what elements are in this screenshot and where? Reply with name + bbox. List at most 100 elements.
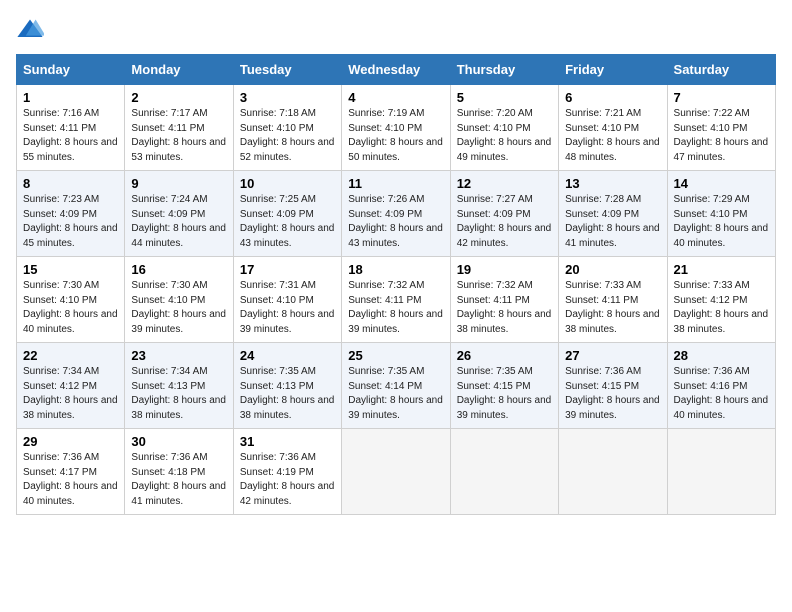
day-info: Sunrise: 7:36 AMSunset: 4:15 PMDaylight:… [565,365,660,423]
page-header [16,16,776,44]
day-info: Sunrise: 7:28 AMSunset: 4:09 PMDaylight:… [565,193,660,251]
calendar-cell: 6 Sunrise: 7:21 AMSunset: 4:10 PMDaylight… [559,85,667,171]
day-info: Sunrise: 7:20 AMSunset: 4:10 PMDaylight:… [457,107,552,165]
day-info: Sunrise: 7:25 AMSunset: 4:09 PMDaylight:… [240,193,335,251]
weekday-header-monday: Monday [125,55,233,85]
day-info: Sunrise: 7:27 AMSunset: 4:09 PMDaylight:… [457,193,552,251]
weekday-header-sunday: Sunday [17,55,125,85]
day-number: 11 [348,176,443,191]
calendar-cell [667,429,775,515]
day-info: Sunrise: 7:30 AMSunset: 4:10 PMDaylight:… [131,279,226,337]
day-info: Sunrise: 7:22 AMSunset: 4:10 PMDaylight:… [674,107,769,165]
calendar-cell: 28 Sunrise: 7:36 AMSunset: 4:16 PMDayligh… [667,343,775,429]
day-info: Sunrise: 7:33 AMSunset: 4:12 PMDaylight:… [674,279,769,337]
day-info: Sunrise: 7:31 AMSunset: 4:10 PMDaylight:… [240,279,335,337]
day-info: Sunrise: 7:24 AMSunset: 4:09 PMDaylight:… [131,193,226,251]
day-info: Sunrise: 7:32 AMSunset: 4:11 PMDaylight:… [348,279,443,337]
weekday-header-tuesday: Tuesday [233,55,341,85]
calendar-cell: 24 Sunrise: 7:35 AMSunset: 4:13 PMDayligh… [233,343,341,429]
day-number: 14 [674,176,769,191]
calendar-cell: 16Sunrise: 7:30 AMSunset: 4:10 PMDayligh… [125,257,233,343]
calendar-cell: 8 Sunrise: 7:23 AMSunset: 4:09 PMDaylight… [17,171,125,257]
calendar-cell: 17 Sunrise: 7:31 AMSunset: 4:10 PMDayligh… [233,257,341,343]
logo [16,16,46,44]
weekday-header-saturday: Saturday [667,55,775,85]
day-info: Sunrise: 7:36 AMSunset: 4:16 PMDaylight:… [674,365,769,423]
calendar-cell [450,429,558,515]
day-info: Sunrise: 7:19 AMSunset: 4:10 PMDaylight:… [348,107,443,165]
calendar-cell [559,429,667,515]
calendar-cell: 2 Sunrise: 7:17 AMSunset: 4:11 PMDaylight… [125,85,233,171]
calendar-cell: 31 Sunrise: 7:36 AMSunset: 4:19 PMDayligh… [233,429,341,515]
calendar-cell [342,429,450,515]
day-info: Sunrise: 7:26 AMSunset: 4:09 PMDaylight:… [348,193,443,251]
calendar-cell: 9 Sunrise: 7:24 AMSunset: 4:09 PMDaylight… [125,171,233,257]
day-number: 30 [131,434,226,449]
day-number: 23 [131,348,226,363]
calendar-cell: 30Sunrise: 7:36 AMSunset: 4:18 PMDayligh… [125,429,233,515]
calendar-table: SundayMondayTuesdayWednesdayThursdayFrid… [16,54,776,515]
calendar-cell: 25 Sunrise: 7:35 AMSunset: 4:14 PMDayligh… [342,343,450,429]
day-info: Sunrise: 7:36 AMSunset: 4:17 PMDaylight:… [23,451,118,509]
calendar-cell: 29 Sunrise: 7:36 AMSunset: 4:17 PMDayligh… [17,429,125,515]
day-number: 3 [240,90,335,105]
calendar-cell: 18 Sunrise: 7:32 AMSunset: 4:11 PMDayligh… [342,257,450,343]
calendar-cell: 4 Sunrise: 7:19 AMSunset: 4:10 PMDaylight… [342,85,450,171]
calendar-cell: 14 Sunrise: 7:29 AMSunset: 4:10 PMDayligh… [667,171,775,257]
day-number: 2 [131,90,226,105]
day-number: 4 [348,90,443,105]
day-info: Sunrise: 7:17 AMSunset: 4:11 PMDaylight:… [131,107,226,165]
day-number: 25 [348,348,443,363]
calendar-cell: 26Sunrise: 7:35 AMSunset: 4:15 PMDayligh… [450,343,558,429]
day-number: 18 [348,262,443,277]
calendar-cell: 11 Sunrise: 7:26 AMSunset: 4:09 PMDayligh… [342,171,450,257]
day-number: 17 [240,262,335,277]
calendar-cell: 1 Sunrise: 7:16 AMSunset: 4:11 PMDaylight… [17,85,125,171]
day-number: 5 [457,90,552,105]
day-number: 6 [565,90,660,105]
day-info: Sunrise: 7:30 AMSunset: 4:10 PMDaylight:… [23,279,118,337]
day-info: Sunrise: 7:35 AMSunset: 4:14 PMDaylight:… [348,365,443,423]
day-number: 28 [674,348,769,363]
calendar-cell: 12 Sunrise: 7:27 AMSunset: 4:09 PMDayligh… [450,171,558,257]
day-number: 1 [23,90,118,105]
day-number: 13 [565,176,660,191]
day-info: Sunrise: 7:32 AMSunset: 4:11 PMDaylight:… [457,279,552,337]
day-info: Sunrise: 7:35 AMSunset: 4:13 PMDaylight:… [240,365,335,423]
calendar-cell: 23 Sunrise: 7:34 AMSunset: 4:13 PMDayligh… [125,343,233,429]
calendar-cell: 21 Sunrise: 7:33 AMSunset: 4:12 PMDayligh… [667,257,775,343]
day-info: Sunrise: 7:33 AMSunset: 4:11 PMDaylight:… [565,279,660,337]
day-number: 8 [23,176,118,191]
day-info: Sunrise: 7:34 AMSunset: 4:12 PMDaylight:… [23,365,118,423]
day-number: 12 [457,176,552,191]
day-number: 22 [23,348,118,363]
day-number: 27 [565,348,660,363]
day-info: Sunrise: 7:36 AMSunset: 4:19 PMDaylight:… [240,451,335,509]
day-number: 31 [240,434,335,449]
day-info: Sunrise: 7:34 AMSunset: 4:13 PMDaylight:… [131,365,226,423]
weekday-header-wednesday: Wednesday [342,55,450,85]
calendar-cell: 15 Sunrise: 7:30 AMSunset: 4:10 PMDayligh… [17,257,125,343]
day-info: Sunrise: 7:29 AMSunset: 4:10 PMDaylight:… [674,193,769,251]
weekday-header-friday: Friday [559,55,667,85]
day-info: Sunrise: 7:21 AMSunset: 4:10 PMDaylight:… [565,107,660,165]
day-number: 24 [240,348,335,363]
day-info: Sunrise: 7:18 AMSunset: 4:10 PMDaylight:… [240,107,335,165]
day-number: 20 [565,262,660,277]
calendar-cell: 22 Sunrise: 7:34 AMSunset: 4:12 PMDayligh… [17,343,125,429]
day-info: Sunrise: 7:23 AMSunset: 4:09 PMDaylight:… [23,193,118,251]
logo-icon [16,16,44,44]
calendar-cell: 10Sunrise: 7:25 AMSunset: 4:09 PMDayligh… [233,171,341,257]
day-number: 26 [457,348,552,363]
day-info: Sunrise: 7:16 AMSunset: 4:11 PMDaylight:… [23,107,118,165]
day-number: 21 [674,262,769,277]
day-number: 29 [23,434,118,449]
day-number: 15 [23,262,118,277]
day-number: 19 [457,262,552,277]
day-number: 7 [674,90,769,105]
calendar-cell: 13 Sunrise: 7:28 AMSunset: 4:09 PMDayligh… [559,171,667,257]
calendar-cell: 27 Sunrise: 7:36 AMSunset: 4:15 PMDayligh… [559,343,667,429]
calendar-cell: 7 Sunrise: 7:22 AMSunset: 4:10 PMDaylight… [667,85,775,171]
calendar-cell: 19 Sunrise: 7:32 AMSunset: 4:11 PMDayligh… [450,257,558,343]
day-number: 9 [131,176,226,191]
